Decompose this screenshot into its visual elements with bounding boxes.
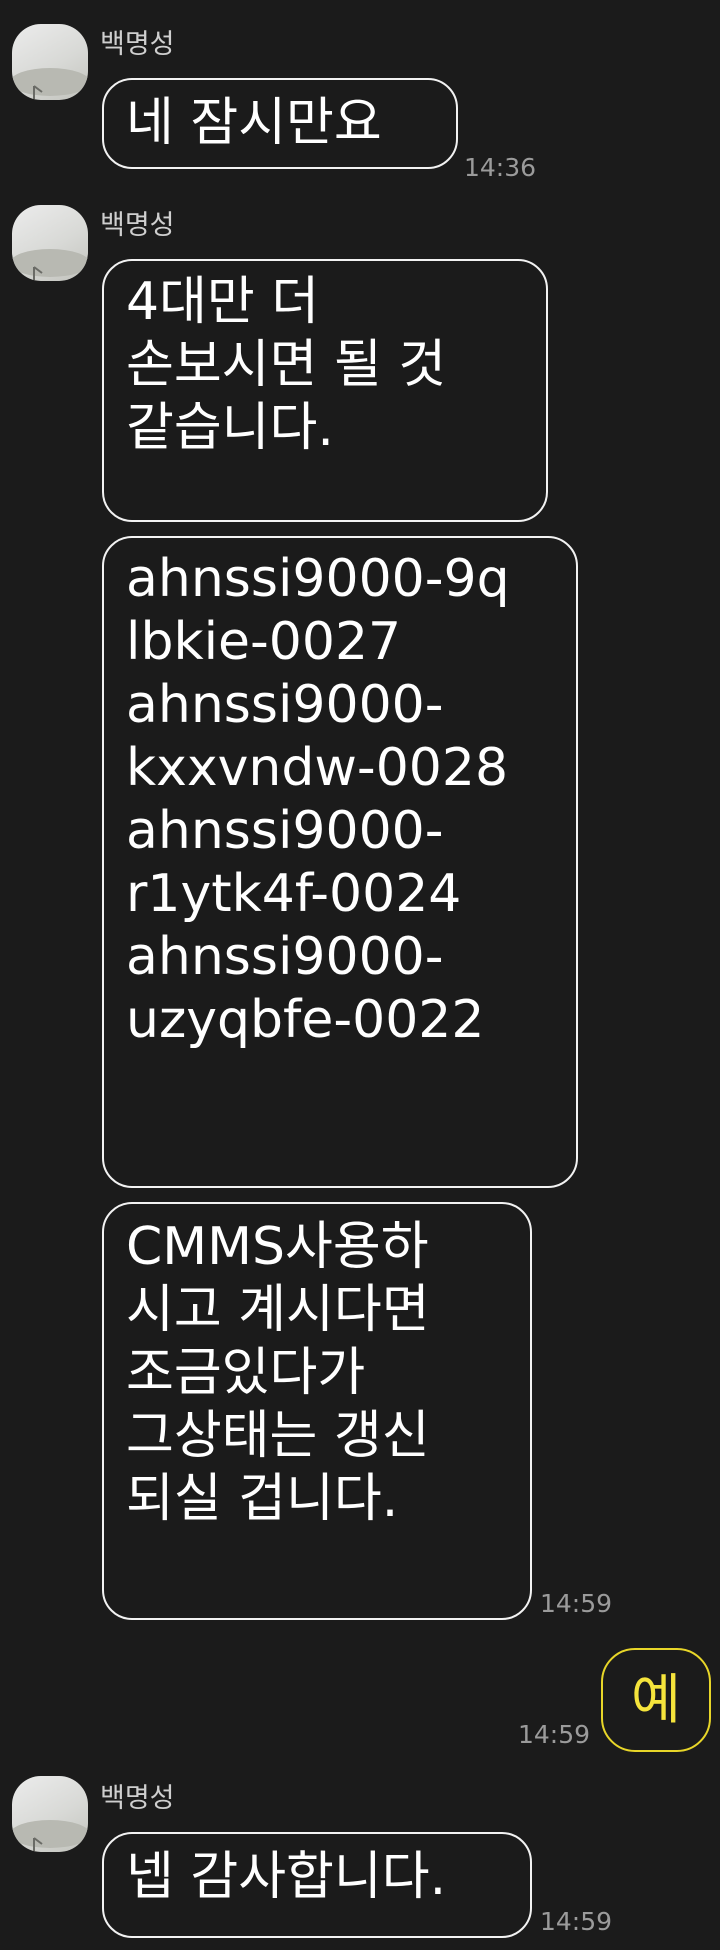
- sender-name: 백명성: [100, 1783, 175, 1814]
- chat-thread: 백명성 네 잠시만요 14:36 백명성 4대만 더 손보시면 될 것 같습니다…: [0, 0, 720, 1950]
- avatar-photo: [12, 68, 88, 100]
- message-text-line: 4대만 더: [126, 272, 320, 332]
- message-time: 14:59: [540, 1589, 613, 1618]
- message-text-line: 되실 겁니다.: [126, 1469, 399, 1529]
- message-text-line: uzyqbfe-0022: [126, 990, 485, 1050]
- sender-name: 백명성: [100, 210, 175, 241]
- message-bubble[interactable]: 네 잠시만요: [102, 78, 458, 169]
- avatar-photo: [12, 1820, 88, 1852]
- avatar[interactable]: [12, 1776, 88, 1852]
- message-text-line: ahnssi9000-: [126, 927, 444, 987]
- message-text-line: 손보시면 될 것: [126, 335, 447, 395]
- message-time: 14:36: [464, 153, 537, 182]
- message-text-line: ahnssi9000-: [126, 801, 444, 861]
- message-text-line: 조금있다가: [126, 1343, 366, 1403]
- avatar[interactable]: [12, 205, 88, 281]
- message-text-line: CMMS사용하: [126, 1217, 429, 1277]
- message-text-line: r1ytk4f-0024: [126, 864, 462, 924]
- avatar[interactable]: [12, 24, 88, 100]
- sender-name: 백명성: [100, 29, 175, 60]
- message-bubble[interactable]: ahnssi9000-9q lbkie-0027 ahnssi9000- kxx…: [102, 536, 578, 1188]
- message-text-line: 그상태는 갱신: [126, 1406, 430, 1466]
- message-time: 14:59: [518, 1720, 591, 1749]
- my-message-bubble[interactable]: 예: [601, 1648, 711, 1752]
- message-bubble[interactable]: 4대만 더 손보시면 될 것 같습니다.: [102, 259, 548, 522]
- message-text-line: ahnssi9000-: [126, 675, 444, 735]
- message-text-line: 같습니다.: [126, 398, 334, 458]
- message-time: 14:59: [540, 1907, 613, 1936]
- message-text-line: kxxvndw-0028: [126, 738, 509, 798]
- message-text: 예: [631, 1668, 681, 1731]
- message-text-line: 시고 계시다면: [126, 1280, 430, 1340]
- message-text: 네 잠시만요: [126, 93, 382, 153]
- message-text-line: lbkie-0027: [126, 612, 402, 672]
- message-bubble[interactable]: 넵 감사합니다.: [102, 1832, 532, 1938]
- message-text: 넵 감사합니다.: [126, 1847, 447, 1907]
- message-bubble[interactable]: CMMS사용하 시고 계시다면 조금있다가 그상태는 갱신 되실 겁니다.: [102, 1202, 532, 1620]
- message-text-line: ahnssi9000-9q: [126, 549, 510, 609]
- avatar-photo: [12, 249, 88, 281]
